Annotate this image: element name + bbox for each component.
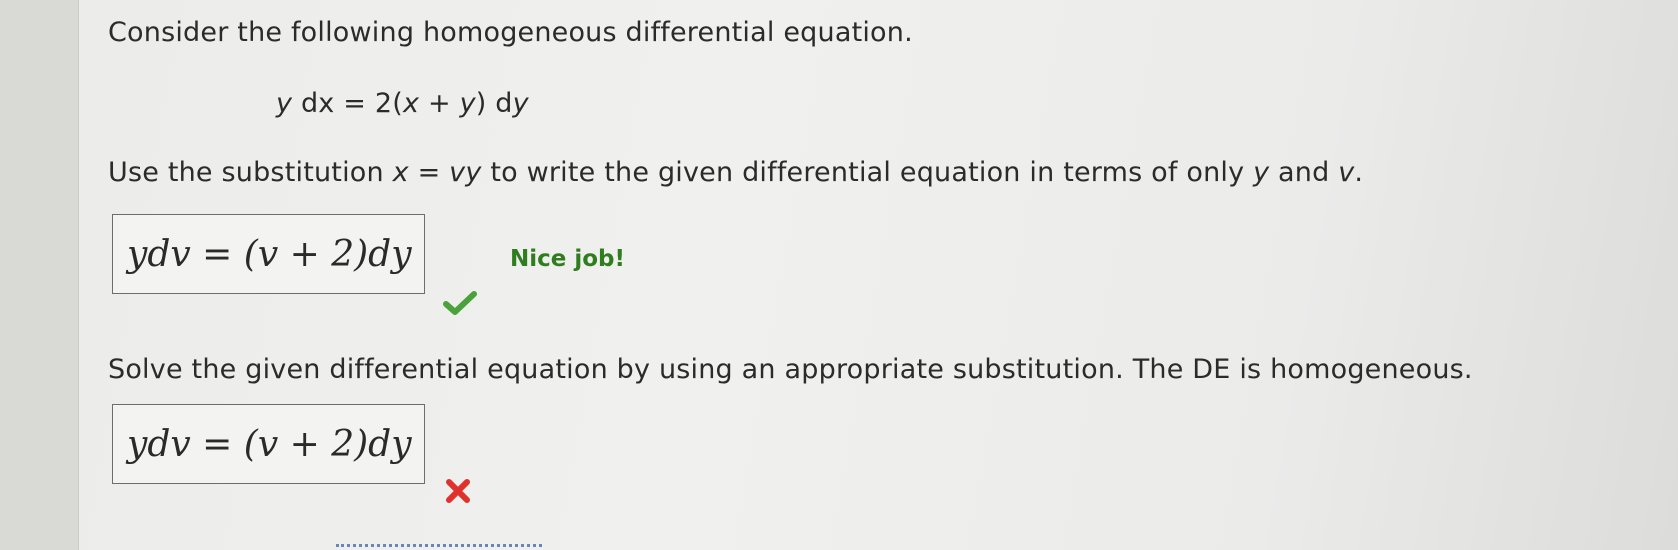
part1-prompt: Use the substitution x = vy to write the… — [108, 157, 1364, 188]
check-icon — [443, 291, 477, 315]
part1-answer-field[interactable]: ydv = (v + 2)dy — [112, 214, 425, 294]
dotted-divider — [336, 544, 542, 547]
differential-equation: y dx = 2(x + y) dy — [276, 88, 529, 119]
part1-feedback: Nice job! — [510, 246, 626, 272]
cross-icon — [446, 479, 470, 503]
part2-prompt: Solve the given differential equation by… — [108, 354, 1473, 385]
part2-answer-field[interactable]: ydv = (v + 2)dy — [112, 404, 425, 484]
question-intro: Consider the following homogeneous diffe… — [108, 17, 913, 48]
